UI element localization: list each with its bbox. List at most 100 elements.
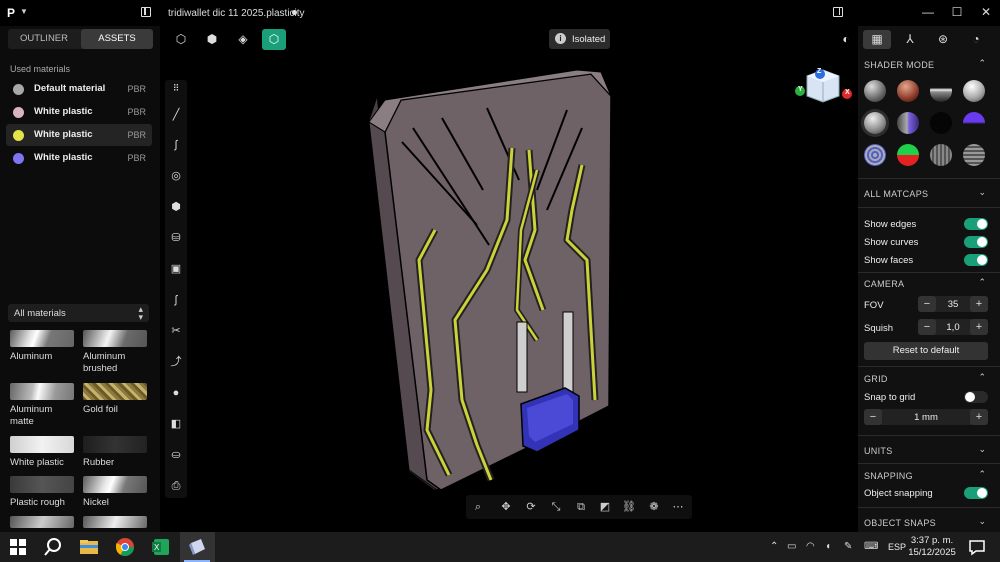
matcap-option[interactable] bbox=[963, 80, 985, 102]
curve-tool-icon[interactable]: ∫ bbox=[168, 137, 184, 153]
material-thumbnail[interactable] bbox=[10, 383, 74, 400]
move-icon[interactable]: ✥ bbox=[498, 499, 514, 515]
grid-size-value[interactable]: 1 mm bbox=[882, 412, 970, 423]
box-tool-icon[interactable]: ◧ bbox=[168, 416, 184, 432]
material-filter-select[interactable]: All materials ▴ ▾ bbox=[8, 304, 149, 322]
search-icon[interactable] bbox=[43, 537, 63, 557]
3d-viewport[interactable]: Z Y X bbox=[187, 50, 858, 532]
cut-tool-icon[interactable]: ✂ bbox=[168, 323, 184, 339]
material-thumbnail[interactable] bbox=[83, 383, 147, 400]
matcap-option[interactable] bbox=[963, 144, 985, 166]
chevron-up-icon[interactable]: ⌃ bbox=[978, 58, 986, 69]
line-tool-icon[interactable]: ╱ bbox=[168, 107, 184, 123]
chevron-down-icon[interactable]: ⌄ bbox=[978, 187, 986, 198]
chevron-up-icon[interactable]: ⌃ bbox=[770, 541, 778, 552]
used-material-row[interactable]: White plastic PBR bbox=[6, 124, 152, 146]
scale-icon[interactable]: ⤡ bbox=[548, 499, 564, 515]
material-thumbnail[interactable] bbox=[10, 436, 74, 453]
material-thumbnail[interactable] bbox=[83, 516, 147, 528]
chrome-icon[interactable] bbox=[115, 537, 135, 557]
object-snapping-toggle[interactable] bbox=[964, 487, 988, 499]
group-icon[interactable]: ❁ bbox=[646, 499, 662, 515]
grid-size-decrement-button[interactable]: − bbox=[864, 409, 882, 425]
show-curves-toggle[interactable] bbox=[964, 236, 988, 248]
notifications-icon[interactable] bbox=[967, 537, 987, 557]
material-thumbnail[interactable] bbox=[10, 476, 74, 493]
object-snaps-title[interactable]: OBJECT SNAPS bbox=[864, 518, 936, 528]
used-material-row[interactable]: White plastic PBR bbox=[6, 101, 152, 123]
matcap-option-selected[interactable] bbox=[864, 112, 886, 134]
boolean-icon[interactable]: ◩ bbox=[597, 499, 613, 515]
units-title[interactable]: UNITS bbox=[864, 446, 893, 456]
isolated-badge[interactable]: i Isolated bbox=[549, 29, 610, 49]
keyboard-icon[interactable]: ⌨ bbox=[864, 541, 878, 552]
all-matcaps-title[interactable]: ALL MATCAPS bbox=[864, 189, 928, 199]
gizmo-z-label[interactable]: Z bbox=[817, 68, 821, 75]
chevron-up-icon[interactable]: ⌃ bbox=[978, 372, 986, 383]
show-edges-toggle[interactable] bbox=[964, 218, 988, 230]
face-select-icon[interactable]: ◈ bbox=[231, 29, 255, 50]
material-thumbnail[interactable] bbox=[10, 516, 74, 528]
matcap-option[interactable] bbox=[897, 80, 919, 102]
squish-decrement-button[interactable]: − bbox=[918, 319, 936, 335]
spreadsheet-app-icon[interactable]: X bbox=[151, 537, 171, 557]
matcap-option[interactable] bbox=[963, 112, 985, 134]
rotate-icon[interactable]: ⟳ bbox=[523, 499, 539, 515]
file-explorer-icon[interactable] bbox=[79, 537, 99, 557]
fov-value[interactable]: 35 bbox=[936, 299, 970, 310]
matcap-option[interactable] bbox=[930, 144, 952, 166]
link-icon[interactable]: ⛓ bbox=[621, 499, 637, 515]
fov-stepper[interactable]: − 35 + bbox=[918, 296, 988, 312]
squish-increment-button[interactable]: + bbox=[970, 319, 988, 335]
fillet-curve-icon[interactable]: ⤴ bbox=[168, 354, 184, 370]
duplicate-icon[interactable]: ⧉ bbox=[573, 499, 589, 515]
minimize-button[interactable]: — bbox=[918, 4, 938, 20]
matcap-option[interactable] bbox=[930, 112, 952, 134]
polygon-tool-icon[interactable]: ⬢ bbox=[168, 199, 184, 215]
used-material-row[interactable]: Default material PBR bbox=[6, 78, 152, 100]
app-logo[interactable]: P bbox=[7, 6, 15, 20]
plasticity-app-icon[interactable] bbox=[187, 537, 207, 557]
print-icon[interactable]: ⎙ bbox=[168, 478, 184, 494]
more-icon[interactable]: ⋯ bbox=[670, 499, 686, 515]
squish-stepper[interactable]: − 1,0 + bbox=[918, 319, 988, 335]
reset-to-default-button[interactable]: Reset to default bbox=[864, 342, 988, 360]
gizmo-y-label[interactable]: Y bbox=[798, 86, 803, 93]
pen-icon[interactable]: ✎ bbox=[844, 541, 852, 552]
cylinder-solid-icon[interactable]: ⛀ bbox=[168, 447, 184, 463]
material-thumbnail[interactable] bbox=[10, 330, 74, 347]
rectangle-tool-icon[interactable]: ▣ bbox=[168, 261, 184, 277]
chevron-up-icon[interactable]: ⌃ bbox=[978, 469, 986, 480]
chevron-up-icon[interactable]: ⌃ bbox=[978, 277, 986, 288]
cylinder-tool-icon[interactable]: ⛁ bbox=[168, 230, 184, 246]
left-panel-toggle-icon[interactable] bbox=[141, 7, 151, 17]
chevron-down-icon[interactable]: ⌄ bbox=[978, 444, 986, 455]
volume-icon[interactable]: ◖ bbox=[825, 541, 831, 552]
squish-value[interactable]: 1,0 bbox=[936, 322, 970, 333]
clock[interactable]: 3:37 p. m. 15/12/2025 bbox=[904, 535, 960, 559]
render-mode-icon[interactable]: ◐ bbox=[832, 30, 860, 49]
windows-start-icon[interactable] bbox=[8, 537, 28, 557]
right-panel-toggle-icon[interactable] bbox=[833, 7, 843, 17]
globe-icon[interactable]: ⊛ bbox=[929, 30, 957, 49]
axes-icon[interactable]: ⅄ bbox=[896, 30, 924, 49]
matcap-option[interactable] bbox=[930, 80, 952, 102]
grid-size-increment-button[interactable]: + bbox=[970, 409, 988, 425]
used-material-row[interactable]: White plastic PBR bbox=[6, 147, 152, 169]
wifi-icon[interactable]: ◠ bbox=[806, 541, 815, 552]
grip-icon[interactable]: ⠿ bbox=[168, 80, 184, 96]
matcap-option[interactable] bbox=[897, 112, 919, 134]
snap-to-grid-toggle[interactable] bbox=[964, 391, 988, 403]
vertex-select-icon[interactable]: ⬡ bbox=[169, 29, 193, 50]
fov-increment-button[interactable]: + bbox=[970, 296, 988, 312]
matcap-option[interactable] bbox=[864, 144, 886, 166]
circle-tool-icon[interactable]: ◎ bbox=[168, 168, 184, 184]
solid-select-icon[interactable]: ⬡ bbox=[262, 29, 286, 50]
tab-assets[interactable]: ASSETS bbox=[81, 29, 153, 49]
chevron-down-icon[interactable]: ⌄ bbox=[978, 516, 986, 527]
battery-icon[interactable]: ▭ bbox=[787, 541, 796, 552]
material-thumbnail[interactable] bbox=[83, 476, 147, 493]
grid-view-icon[interactable]: ▦ bbox=[863, 30, 891, 49]
spiral-tool-icon[interactable]: ʃ bbox=[168, 292, 184, 308]
matcap-option[interactable] bbox=[864, 80, 886, 102]
